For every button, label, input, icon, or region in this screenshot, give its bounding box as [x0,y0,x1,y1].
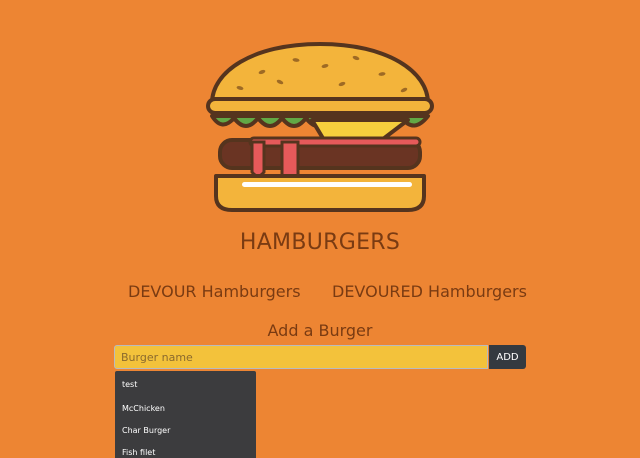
devoured-section-heading: DEVOURED Hamburgers [332,282,527,301]
autocomplete-item[interactable]: test [122,380,137,389]
hamburger-logo-icon [206,42,434,212]
autocomplete-item[interactable]: Fish filet [122,448,155,457]
autocomplete-item[interactable]: McChicken [122,404,165,413]
add-burger-heading: Add a Burger [267,321,373,340]
add-button[interactable]: ADD [489,345,526,369]
autocomplete-dropdown: test McChicken Char Burger Fish filet [115,371,256,458]
burger-name-input[interactable] [114,345,488,369]
page-title: HAMBURGERS [239,230,401,255]
devour-section-heading: DEVOUR Hamburgers [128,282,301,301]
autocomplete-item[interactable]: Char Burger [122,426,170,435]
